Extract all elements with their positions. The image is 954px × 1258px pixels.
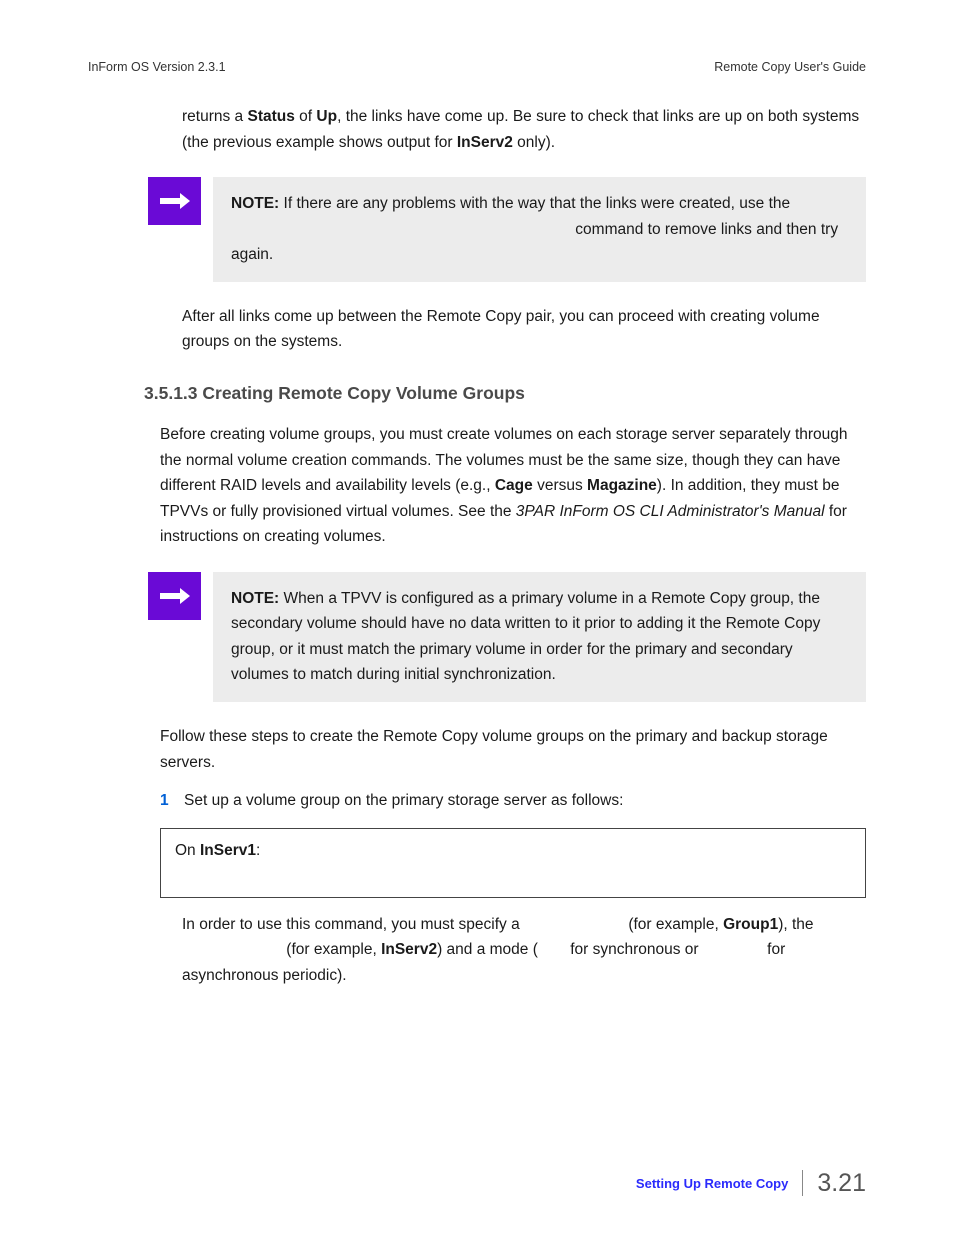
note-arrow-icon	[148, 177, 201, 225]
note-body: NOTE: When a TPVV is configured as a pri…	[213, 572, 866, 702]
note-arrow-icon	[148, 572, 201, 620]
step-1: 1 Set up a volume group on the primary s…	[160, 789, 866, 814]
note-block-1: NOTE: If there are any problems with the…	[148, 177, 866, 282]
note-body: NOTE: If there are any problems with the…	[213, 177, 866, 282]
note-block-2: NOTE: When a TPVV is configured as a pri…	[148, 572, 866, 702]
step-number: 1	[160, 789, 184, 814]
section-heading: 3.5.1.3 Creating Remote Copy Volume Grou…	[144, 383, 866, 404]
content-column-2: Before creating volume groups, you must …	[160, 422, 866, 989]
page-header: InForm OS Version 2.3.1 Remote Copy User…	[88, 60, 866, 74]
page-number: 3.21	[817, 1169, 866, 1198]
paragraph: In order to use this command, you must s…	[182, 912, 866, 989]
paragraph: Follow these steps to create the Remote …	[160, 724, 866, 775]
paragraph: After all links come up between the Remo…	[182, 304, 866, 355]
note-label: NOTE:	[231, 590, 279, 607]
header-right: Remote Copy User's Guide	[714, 60, 866, 74]
header-left: InForm OS Version 2.3.1	[88, 60, 226, 74]
command-box: On InServ1:	[160, 828, 866, 898]
content-column: returns a Status of Up, the links have c…	[160, 104, 866, 355]
paragraph-continue: returns a Status of Up, the links have c…	[182, 104, 866, 155]
page: InForm OS Version 2.3.1 Remote Copy User…	[0, 0, 954, 1258]
paragraph: Before creating volume groups, you must …	[160, 422, 866, 550]
note-label: NOTE:	[231, 195, 279, 212]
page-footer: Setting Up Remote Copy 3.21	[88, 1169, 866, 1198]
footer-section-link[interactable]: Setting Up Remote Copy	[636, 1176, 802, 1191]
footer-separator	[802, 1170, 803, 1196]
step-text: Set up a volume group on the primary sto…	[184, 789, 623, 814]
